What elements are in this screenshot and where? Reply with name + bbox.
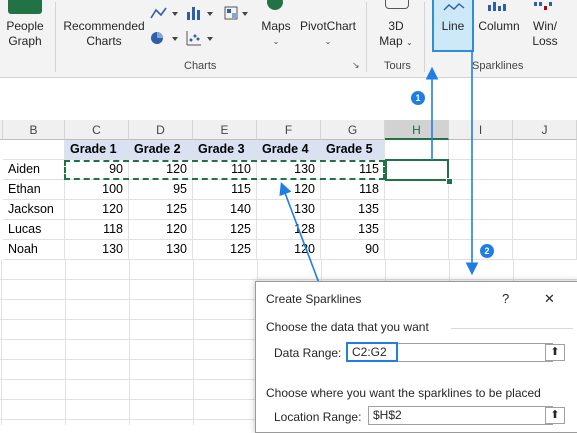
- location-range-label: Location Range:: [274, 410, 362, 424]
- dialog-title: Create Sparklines: [266, 292, 362, 306]
- create-sparklines-dialog: Create Sparklines ? ✕ Choose the data th…: [255, 281, 577, 433]
- section-divider: [451, 328, 573, 329]
- section-data-label: Choose the data that you want: [266, 320, 429, 334]
- data-range-value[interactable]: C2:G2: [346, 342, 398, 362]
- data-range-label: Data Range:: [274, 346, 342, 360]
- callout-badge-2: 2: [480, 244, 494, 258]
- help-button[interactable]: ?: [502, 291, 509, 306]
- location-range-input[interactable]: $H$2: [368, 406, 553, 425]
- location-range-collapse-button[interactable]: ⬆: [545, 407, 565, 424]
- data-range-collapse-button[interactable]: ⬆: [545, 344, 565, 361]
- section-location-label: Choose where you want the sparklines to …: [266, 386, 541, 400]
- close-icon[interactable]: ✕: [544, 291, 555, 307]
- callout-badge-1: 1: [411, 91, 425, 105]
